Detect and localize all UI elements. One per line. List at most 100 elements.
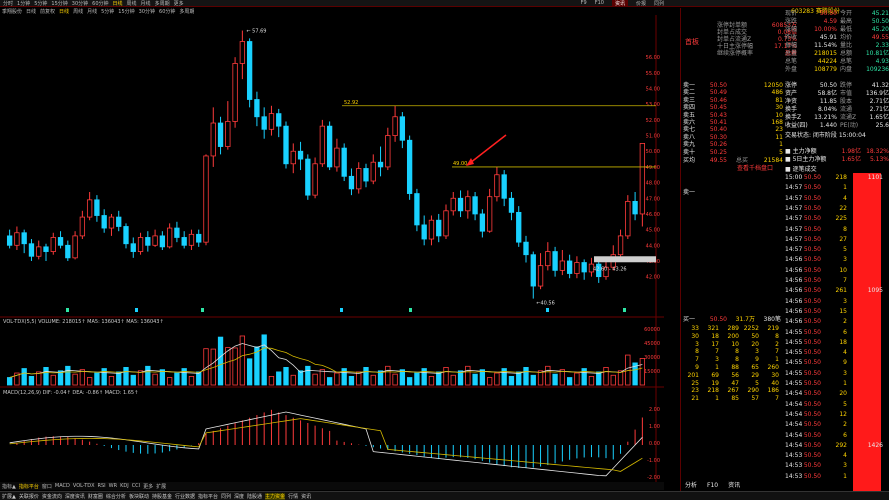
order-queue-row: 8 7 8 3 7 xyxy=(681,348,785,355)
chart-option-2[interactable]: 日线 xyxy=(59,8,69,15)
period-tab-7[interactable]: 周线 xyxy=(127,0,137,7)
text: 218 xyxy=(835,174,847,181)
bottom-tab-4[interactable]: 财富圈 xyxy=(88,493,103,500)
period-tab-10[interactable]: 更多 xyxy=(174,0,184,7)
text: 最低 xyxy=(840,26,853,33)
chart-option-6[interactable]: 15分钟 xyxy=(118,8,134,15)
text: 88 xyxy=(731,364,739,371)
volume-bar xyxy=(523,367,529,386)
text: 15:00 xyxy=(785,174,803,181)
right-tab-4[interactable]: 同列 xyxy=(654,0,664,6)
text: 8 xyxy=(843,225,847,233)
text: 7 xyxy=(775,348,779,356)
ask-row-1: 卖二 50.49 486 xyxy=(681,89,785,96)
macd-tick-3: -1.00 xyxy=(647,458,660,464)
bottom-tab-1[interactable]: 关联报价 xyxy=(19,493,39,500)
text: 10 xyxy=(775,111,783,119)
candle-body xyxy=(101,215,107,229)
volume-bar xyxy=(617,370,624,386)
volume-bar xyxy=(152,373,158,386)
panel-tab-2[interactable]: 资讯 xyxy=(728,482,740,489)
indicator-tab-3[interactable]: MACD xyxy=(55,483,70,489)
chart-option-5[interactable]: 5分钟 xyxy=(101,8,114,15)
volume-bar xyxy=(6,377,13,386)
text: 50 xyxy=(751,332,759,340)
period-tab-2[interactable]: 5分钟 xyxy=(34,0,47,7)
indicator-tab-0[interactable]: 指标▲ xyxy=(2,483,16,490)
indicator-tab-1[interactable]: 指标平台 xyxy=(19,483,39,490)
chart-option-3[interactable]: 周线 xyxy=(73,8,83,15)
bottom-tab-7[interactable]: 持股基金 xyxy=(152,493,172,500)
indicator-tab-10[interactable]: 扩展 xyxy=(156,483,166,490)
bottom-tab-6[interactable]: 板块联动 xyxy=(129,493,149,500)
candle-body xyxy=(21,232,27,245)
low-price-label: ←40.56 xyxy=(536,301,555,307)
bottom-tab-9[interactable]: 指标平台 xyxy=(198,493,218,500)
bottom-tab-15[interactable]: 资讯 xyxy=(301,493,311,500)
panel-tab-0[interactable]: 分析 xyxy=(685,482,697,489)
bottom-tab-2[interactable]: 资金流向 xyxy=(42,493,62,500)
indicator-tab-9[interactable]: 更多 xyxy=(143,483,153,490)
indicator-tab-5[interactable]: RSI xyxy=(98,483,106,489)
chart-option-9[interactable]: 多周期 xyxy=(179,8,194,15)
volume-bar xyxy=(552,373,558,386)
fund-row: 资产 58.8亿 市值 136.9亿 xyxy=(785,90,889,97)
text: 40 xyxy=(771,379,779,387)
indicator-tab-7[interactable]: KDJ xyxy=(120,483,129,489)
right-tab-1[interactable]: F10 xyxy=(595,0,604,6)
text: 14:56 xyxy=(785,256,803,264)
bottom-tab-11[interactable]: 深度 xyxy=(234,493,244,500)
period-tab-8[interactable]: 月线 xyxy=(141,0,151,7)
text: 14:57 xyxy=(785,225,803,233)
fund-row: 收益(四) 1.440 PE(动) 25.6 xyxy=(785,122,889,129)
kline-chart-area[interactable]: 56.00 55.00 54.00 53.00 52.00 51.00 50.00 49.00… xyxy=(0,15,664,482)
candle-body xyxy=(268,113,275,130)
period-tab-4[interactable]: 30分钟 xyxy=(72,0,88,7)
chart-option-8[interactable]: 60分钟 xyxy=(159,8,175,15)
period-tab-0[interactable]: 分时 xyxy=(3,0,13,7)
period-tab-5[interactable]: 60分钟 xyxy=(92,0,108,7)
period-tab-1[interactable]: 1分钟 xyxy=(17,0,30,7)
right-tab-2[interactable]: 资讯 xyxy=(611,0,628,6)
bottom-tab-3[interactable]: 深度资讯 xyxy=(65,493,85,500)
thousand-level-button[interactable]: 查看千档盘口 xyxy=(737,165,773,172)
bottom-tab-8[interactable]: 行业数据 xyxy=(175,493,195,500)
text: 50.50 xyxy=(803,359,821,367)
right-tab-3[interactable]: 价报 xyxy=(636,0,646,6)
text: 20 xyxy=(751,340,759,348)
chart-option-0[interactable]: 日线 xyxy=(26,8,36,15)
bottom-tab-13[interactable]: 主力资金 xyxy=(265,492,286,500)
text: 33 xyxy=(691,325,699,332)
indicator-tab-4[interactable]: VOL-TDX xyxy=(73,483,95,489)
indicator-tab-6[interactable]: WR xyxy=(109,483,117,489)
panel-tab-1[interactable]: F10 xyxy=(707,482,718,489)
text: 7 xyxy=(775,395,779,403)
volume-bar xyxy=(421,368,427,386)
indicator-tab-2[interactable]: 窗口 xyxy=(42,483,52,490)
text: 50.43 xyxy=(709,111,727,119)
right-tab-0[interactable]: F9 xyxy=(581,0,587,6)
bottom-tab-10[interactable]: 同列 xyxy=(221,493,231,500)
period-tab-3[interactable]: 15分钟 xyxy=(51,0,67,7)
chart-option-1[interactable]: 前复权 xyxy=(40,8,55,15)
bottom-tab-5[interactable]: 综合分析 xyxy=(106,493,126,500)
chart-option-7[interactable]: 30分钟 xyxy=(139,8,155,15)
text: 14:56 xyxy=(785,318,803,326)
bottom-tab-12[interactable]: 陆股通 xyxy=(247,493,262,500)
text: 6 xyxy=(843,328,847,336)
text: 4.93 xyxy=(875,58,889,65)
indicator-tab-8[interactable]: CCI xyxy=(132,483,140,489)
text: 14:57 xyxy=(785,204,803,212)
period-tab-9[interactable]: 多周期 xyxy=(155,0,170,7)
text: 流通Z xyxy=(840,114,857,121)
text: 均价 xyxy=(840,34,853,41)
volume-bar xyxy=(603,367,609,386)
chart-option-4[interactable]: 月线 xyxy=(87,8,97,15)
bottom-tab-0[interactable]: 扩展▲ xyxy=(2,493,16,500)
bottom-tab-14[interactable]: 行情 xyxy=(288,493,298,500)
text: 81 xyxy=(775,96,783,104)
period-tab-6[interactable]: 日线 xyxy=(113,0,123,7)
avg-row: 买均 49.55 总买 21584 xyxy=(681,157,785,164)
text: 20 xyxy=(839,390,847,398)
volume-bar xyxy=(508,375,515,386)
